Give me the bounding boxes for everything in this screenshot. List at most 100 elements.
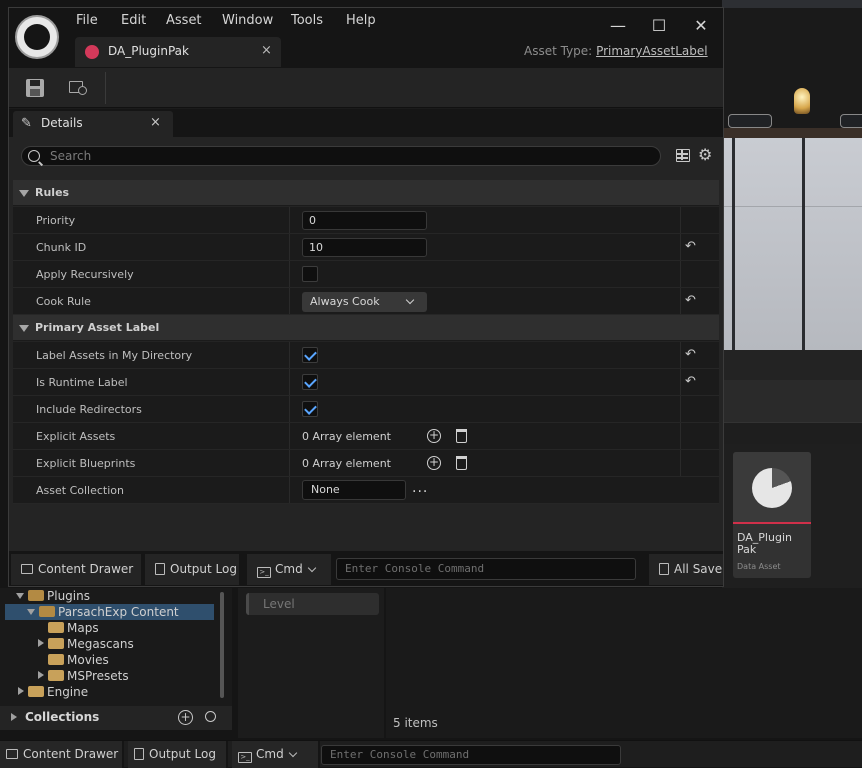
- document-tab[interactable]: DA_PluginPak ×: [75, 37, 281, 67]
- more-options-button[interactable]: ...: [412, 480, 428, 496]
- asset-type-info: Asset Type: PrimaryAssetLabel: [524, 44, 708, 58]
- close-tab-icon[interactable]: ×: [261, 43, 272, 58]
- asset-name: DA_Plugin Pak: [737, 531, 792, 556]
- search-placeholder: Search: [50, 149, 92, 163]
- expand-arrow-icon[interactable]: [27, 609, 35, 615]
- expand-arrow-icon[interactable]: [18, 687, 24, 695]
- menu-file[interactable]: File: [76, 13, 98, 28]
- level-viewport[interactable]: [722, 0, 862, 350]
- console-input[interactable]: Enter Console Command: [321, 745, 621, 765]
- save-status-icon: [659, 563, 669, 575]
- column-divider: [680, 234, 681, 260]
- column-divider: [680, 450, 681, 476]
- tree-item-parsachexp-content[interactable]: ParsachExp Content: [5, 604, 214, 620]
- title-bar[interactable]: File Edit Asset Window Tools Help — ☐ ✕ …: [9, 8, 723, 68]
- console-input[interactable]: Enter Console Command: [336, 558, 636, 580]
- maximize-icon[interactable]: ☐: [649, 16, 669, 36]
- viewport-car: [728, 114, 772, 128]
- tree-item-megascans[interactable]: Megascans: [38, 636, 134, 652]
- property-row-is-runtime-label: Is Runtime Label ↶: [13, 369, 719, 396]
- cook-rule-dropdown[interactable]: Always Cook: [302, 292, 427, 312]
- close-window-icon[interactable]: ✕: [691, 16, 711, 36]
- cmd-dropdown[interactable]: >_ Cmd: [232, 741, 320, 768]
- settings-gear-icon[interactable]: ⚙: [698, 147, 714, 163]
- asset-thumbnail: [733, 452, 811, 524]
- reset-to-default-icon[interactable]: ↶: [685, 294, 699, 308]
- view-options-icon[interactable]: [676, 149, 690, 162]
- add-element-icon[interactable]: +: [427, 456, 441, 470]
- expand-arrow-icon[interactable]: [11, 713, 17, 721]
- reset-to-default-icon[interactable]: ↶: [685, 240, 699, 254]
- minimize-icon[interactable]: —: [608, 16, 628, 36]
- is-runtime-label-checkbox[interactable]: [302, 374, 318, 390]
- category-primary-asset-label[interactable]: Primary Asset Label: [13, 315, 719, 341]
- tree-item-maps[interactable]: Maps: [48, 620, 99, 636]
- trash-icon[interactable]: [456, 456, 467, 470]
- folder-tree: Plugins ParsachExp Content Maps Megascan…: [0, 588, 232, 706]
- save-icon[interactable]: [26, 79, 44, 97]
- chevron-down-icon: [307, 563, 316, 573]
- expand-arrow-icon[interactable]: [38, 639, 44, 647]
- column-divider: [680, 207, 681, 233]
- all-saved-button[interactable]: All Save: [649, 554, 723, 585]
- column-divider: [289, 207, 290, 233]
- output-log-icon: [134, 748, 144, 760]
- property-row-asset-collection: Asset Collection None ...: [13, 477, 719, 504]
- expand-arrow-icon[interactable]: [38, 671, 44, 679]
- trash-icon[interactable]: [456, 429, 467, 443]
- chunk-id-input[interactable]: 10: [302, 238, 427, 257]
- viewport-topbar: [722, 0, 862, 8]
- reset-to-default-icon[interactable]: ↶: [685, 375, 699, 389]
- output-log-button[interactable]: Output Log: [145, 554, 239, 585]
- add-element-icon[interactable]: +: [427, 429, 441, 443]
- priority-input[interactable]: 0: [302, 211, 427, 230]
- folder-icon: [48, 654, 64, 665]
- asset-editor-window: File Edit Asset Window Tools Help — ☐ ✕ …: [8, 7, 724, 587]
- tree-item-movies[interactable]: Movies: [48, 652, 109, 668]
- category-rules[interactable]: Rules: [13, 180, 719, 206]
- label-assets-checkbox[interactable]: [302, 347, 318, 363]
- expand-arrow-icon[interactable]: [16, 593, 24, 599]
- cmd-dropdown[interactable]: >_ Cmd: [247, 554, 331, 585]
- output-log-button[interactable]: Output Log: [128, 741, 228, 768]
- search-icon[interactable]: [205, 711, 216, 722]
- add-collection-icon[interactable]: +: [178, 710, 193, 725]
- collapse-arrow-icon[interactable]: [19, 190, 29, 197]
- apply-recursively-checkbox[interactable]: [302, 266, 318, 282]
- collections-header[interactable]: Collections +: [0, 706, 232, 730]
- column-divider: [680, 396, 681, 422]
- tree-scrollbar[interactable]: [220, 592, 224, 698]
- asset-type: Data Asset: [737, 562, 781, 571]
- reset-to-default-icon[interactable]: ↶: [685, 348, 699, 362]
- menu-help[interactable]: Help: [346, 13, 376, 28]
- tree-item-mspresets[interactable]: MSPresets: [38, 668, 129, 684]
- property-label: Apply Recursively: [36, 268, 134, 281]
- console-icon: >_: [257, 567, 271, 578]
- menu-edit[interactable]: Edit: [121, 13, 146, 28]
- include-redirectors-checkbox[interactable]: [302, 401, 318, 417]
- details-tab[interactable]: ✎ Details ×: [13, 111, 173, 137]
- menu-tools[interactable]: Tools: [291, 13, 323, 28]
- content-drawer-icon: [6, 749, 18, 759]
- close-tab-icon[interactable]: ×: [150, 115, 161, 130]
- column-divider: [289, 288, 290, 314]
- column-divider: [680, 288, 681, 314]
- asset-tile-da-pluginpak[interactable]: DA_Plugin Pak Data Asset: [733, 452, 811, 578]
- property-row-explicit-blueprints: Explicit Blueprints 0 Array element +: [13, 450, 719, 477]
- details-tab-bar: ✎ Details ×: [9, 109, 723, 137]
- asset-collection-picker[interactable]: None: [302, 480, 406, 500]
- filter-chip-level[interactable]: Level: [246, 593, 379, 615]
- collapse-arrow-icon[interactable]: [19, 325, 29, 332]
- array-count: 0 Array element: [302, 430, 391, 443]
- tree-item-plugins[interactable]: Plugins: [16, 588, 90, 604]
- menu-window[interactable]: Window: [222, 13, 273, 28]
- content-drawer-button[interactable]: Content Drawer: [11, 554, 141, 585]
- content-drawer-button[interactable]: Content Drawer: [0, 741, 124, 768]
- search-input[interactable]: Search: [21, 146, 661, 166]
- tree-item-engine[interactable]: Engine: [18, 684, 88, 700]
- viewport-wall-edge: [802, 136, 805, 350]
- data-asset-tab-icon: [85, 45, 99, 59]
- browse-to-asset-icon[interactable]: [69, 79, 89, 97]
- menu-asset[interactable]: Asset: [166, 13, 202, 28]
- asset-type-link[interactable]: PrimaryAssetLabel: [596, 44, 708, 58]
